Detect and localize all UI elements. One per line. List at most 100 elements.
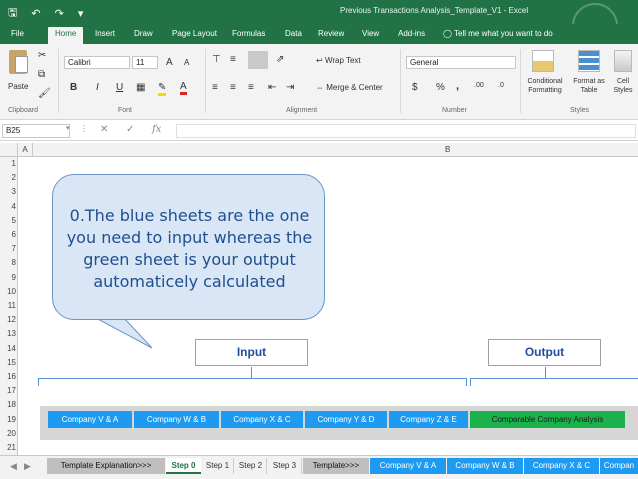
row-header[interactable]: 19: [0, 415, 16, 424]
company-x-c-link[interactable]: Company X & C: [221, 411, 303, 428]
align-center-icon[interactable]: ≡: [230, 82, 236, 93]
increase-decimal-button[interactable]: .00: [474, 82, 484, 89]
sheet-tab-step-2[interactable]: Step 2: [235, 458, 267, 474]
paste-button-label[interactable]: Paste: [8, 82, 28, 91]
increase-indent-icon[interactable]: ⇥: [286, 82, 294, 93]
sheet-tab-company-x-c[interactable]: Company X & C: [524, 458, 599, 474]
font-size-select[interactable]: 11: [132, 56, 158, 69]
company-w-b-link[interactable]: Company W & B: [134, 411, 219, 428]
row-header[interactable]: 13: [0, 329, 16, 338]
grow-font-button[interactable]: A: [166, 57, 173, 68]
format-as-table-icon[interactable]: [578, 50, 600, 72]
orientation-icon[interactable]: ⇗: [276, 54, 284, 65]
tab-view[interactable]: View: [362, 27, 379, 44]
formula-input[interactable]: [176, 124, 636, 138]
conditional-formatting-icon[interactable]: [532, 50, 554, 72]
sheet-tab-template-explanation[interactable]: Template Explanation>>>: [47, 458, 165, 474]
company-v-a-link[interactable]: Company V & A: [48, 411, 132, 428]
row-header[interactable]: 7: [0, 244, 16, 253]
row-header[interactable]: 3: [0, 187, 16, 196]
company-y-d-link[interactable]: Company Y & D: [305, 411, 387, 428]
comma-button[interactable]: ,: [456, 80, 459, 92]
decrease-decimal-button[interactable]: .0: [498, 82, 504, 89]
row-header[interactable]: 20: [0, 429, 16, 438]
cell-styles-button[interactable]: Cell Styles: [608, 77, 638, 95]
sheet-tab-step-3[interactable]: Step 3: [268, 458, 302, 474]
select-all-corner[interactable]: [0, 143, 18, 157]
sheet-tab-company-partial[interactable]: Compan: [600, 458, 638, 474]
number-format-select[interactable]: General: [406, 56, 516, 69]
align-bottom-icon[interactable]: [248, 51, 268, 69]
row-header[interactable]: 1: [0, 159, 16, 168]
tab-home[interactable]: Home: [48, 27, 84, 44]
row-header[interactable]: 11: [0, 301, 16, 310]
comparable-company-analysis-link[interactable]: Comparable Company Analysis: [470, 411, 625, 428]
row-header[interactable]: 12: [0, 315, 16, 324]
scroll-left-icon[interactable]: ◀: [10, 461, 17, 472]
row-header[interactable]: 4: [0, 202, 16, 211]
column-header-a[interactable]: A: [18, 143, 33, 157]
tab-formulas[interactable]: Formulas: [232, 27, 265, 44]
cut-icon[interactable]: ✂: [38, 50, 46, 61]
percent-button[interactable]: %: [436, 82, 445, 93]
name-box-dropdown-icon[interactable]: ▾: [66, 124, 70, 132]
row-header[interactable]: 6: [0, 230, 16, 239]
save-icon[interactable]: 🖫: [8, 4, 17, 23]
row-header[interactable]: 14: [0, 344, 16, 353]
row-header[interactable]: 8: [0, 258, 16, 267]
align-left-icon[interactable]: ≡: [212, 82, 218, 93]
align-top-icon[interactable]: ⊤: [212, 54, 221, 65]
row-header[interactable]: 9: [0, 273, 16, 282]
redo-icon[interactable]: ↷: [55, 7, 64, 20]
bold-button[interactable]: B: [70, 82, 77, 93]
format-painter-icon[interactable]: 🖌: [38, 88, 51, 99]
sheet-tab-step-1[interactable]: Step 1: [202, 458, 234, 474]
sheet-tab-template[interactable]: Template>>>: [303, 458, 369, 474]
tab-draw[interactable]: Draw: [134, 27, 153, 44]
tab-page-layout[interactable]: Page Layout: [172, 27, 217, 44]
align-middle-icon[interactable]: ≡: [230, 54, 236, 65]
underline-button[interactable]: U: [116, 82, 123, 93]
undo-icon[interactable]: ↶: [31, 7, 40, 20]
row-header[interactable]: 2: [0, 173, 16, 182]
italic-button[interactable]: I: [96, 82, 99, 93]
tab-insert[interactable]: Insert: [95, 27, 115, 44]
tell-me-box[interactable]: ◯ Tell me what you want to do: [443, 27, 553, 44]
fill-color-icon[interactable]: ✎: [158, 82, 167, 96]
font-name-select[interactable]: Calibri: [64, 56, 130, 69]
merge-center-button[interactable]: ⇔ Merge & Center: [316, 83, 383, 92]
cancel-icon[interactable]: ✕: [100, 124, 108, 135]
paste-icon[interactable]: [9, 50, 28, 74]
insert-function-icon[interactable]: fx: [152, 124, 161, 135]
tab-add-ins[interactable]: Add-ins: [398, 27, 425, 44]
tab-review[interactable]: Review: [318, 27, 344, 44]
shrink-font-button[interactable]: A: [184, 58, 189, 67]
font-color-button[interactable]: A: [180, 81, 187, 95]
customize-icon[interactable]: ▾: [78, 7, 84, 20]
tab-data[interactable]: Data: [285, 27, 302, 44]
sheet-tab-company-v-a[interactable]: Company V & A: [370, 458, 446, 474]
conditional-formatting-button[interactable]: Conditional Formatting: [522, 77, 568, 95]
decrease-indent-icon[interactable]: ⇤: [268, 82, 276, 93]
name-box[interactable]: B25: [2, 124, 70, 138]
cell-styles-icon[interactable]: [614, 50, 632, 72]
row-header[interactable]: 10: [0, 287, 16, 296]
column-header-b[interactable]: B: [445, 143, 450, 157]
wrap-text-button[interactable]: ↩ Wrap Text: [316, 56, 361, 65]
row-header[interactable]: 18: [0, 400, 16, 409]
row-header[interactable]: 5: [0, 216, 16, 225]
row-header[interactable]: 21: [0, 443, 16, 452]
borders-icon[interactable]: ▦: [136, 82, 145, 93]
sheet-tab-step-0[interactable]: Step 0: [166, 458, 201, 474]
row-header[interactable]: 17: [0, 386, 16, 395]
tab-file[interactable]: File: [11, 27, 24, 44]
enter-icon[interactable]: ✓: [126, 124, 134, 135]
format-as-table-button[interactable]: Format as Table: [570, 77, 608, 95]
company-z-e-link[interactable]: Company Z & E: [389, 411, 468, 428]
scroll-right-icon[interactable]: ▶: [24, 461, 31, 472]
align-right-icon[interactable]: ≡: [248, 82, 254, 93]
row-header[interactable]: 16: [0, 372, 16, 381]
copy-icon[interactable]: ⧉: [38, 69, 45, 80]
row-header[interactable]: 15: [0, 358, 16, 367]
sheet-tab-company-w-b[interactable]: Company W & B: [447, 458, 523, 474]
